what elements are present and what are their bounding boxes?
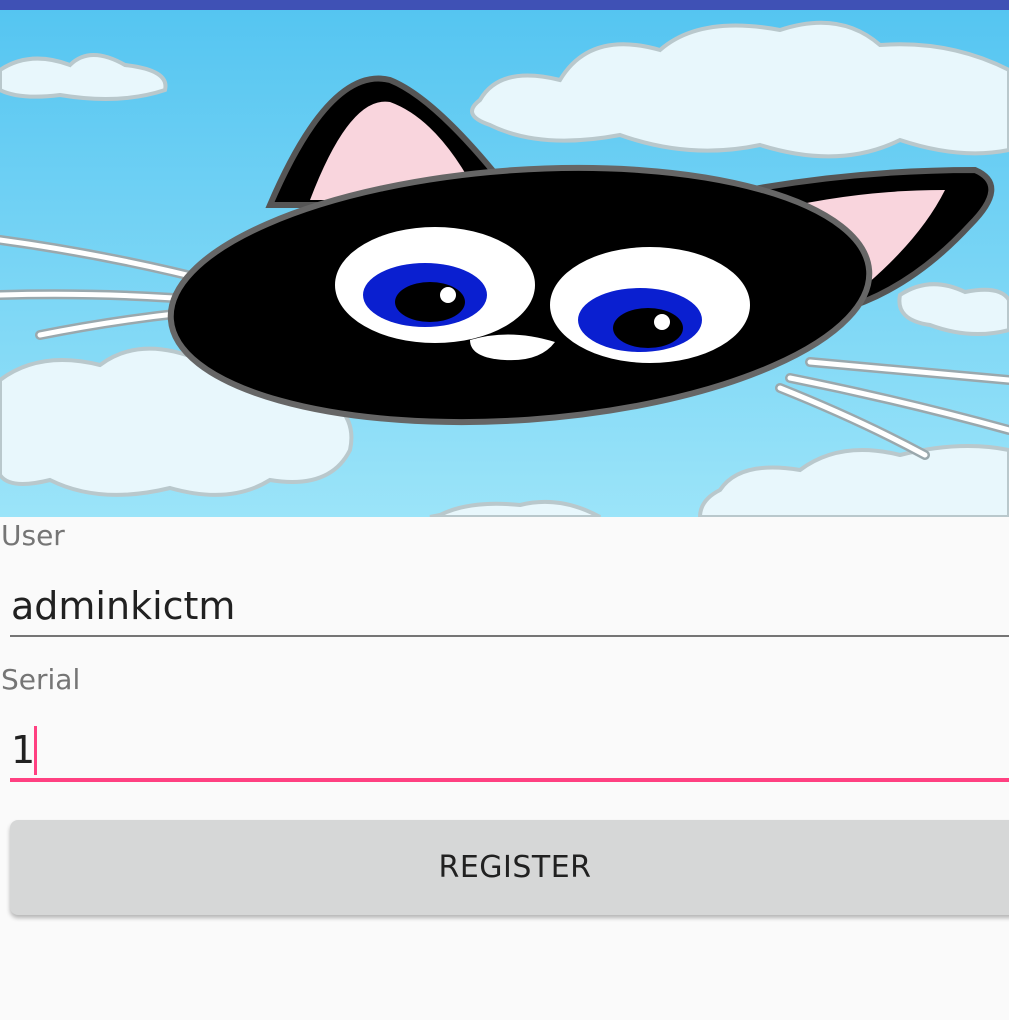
serial-input[interactable] bbox=[10, 722, 1009, 782]
cat-illustration bbox=[0, 10, 1009, 517]
cat-banner-image bbox=[0, 10, 1009, 517]
app-bar-edge bbox=[0, 0, 1009, 10]
user-label: User bbox=[1, 519, 65, 552]
register-button[interactable]: REGISTER bbox=[10, 820, 1009, 915]
user-input[interactable] bbox=[10, 577, 1009, 637]
text-cursor bbox=[34, 726, 37, 775]
serial-label: Serial bbox=[1, 663, 81, 696]
